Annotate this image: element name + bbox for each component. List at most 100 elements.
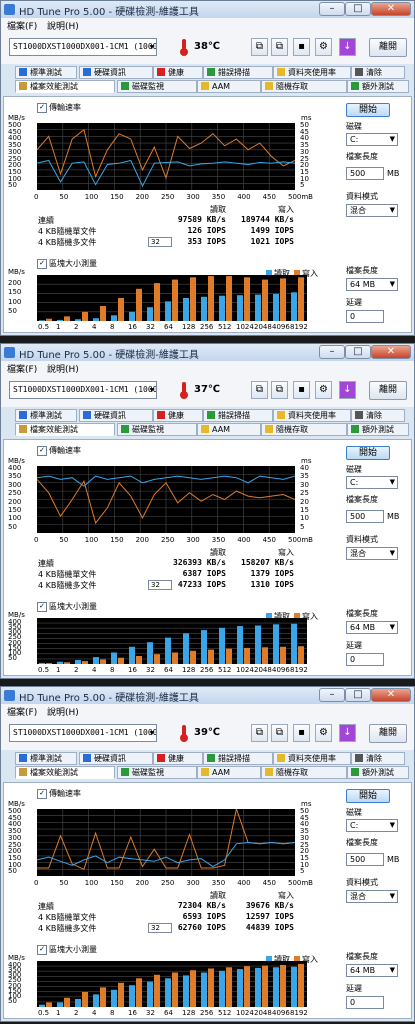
block-file-length-combo[interactable]: 64 MB ▼ <box>346 278 398 291</box>
tab-benchmark[interactable]: 標準測試 <box>15 752 77 765</box>
options-button[interactable]: ⚙ <box>315 381 332 399</box>
minimize-button[interactable]: – <box>319 688 345 702</box>
tab-aam[interactable]: AAM <box>197 80 261 93</box>
block-size-checkbox[interactable]: ✓ <box>37 259 47 269</box>
tab-health[interactable]: 健康 <box>153 409 203 422</box>
block-size-checkbox[interactable]: ✓ <box>37 945 47 955</box>
tab-folder-usage[interactable]: 資料夾使用率 <box>273 409 351 422</box>
menu-file[interactable]: 檔案(F) <box>7 19 37 32</box>
download-button[interactable]: ↓ <box>339 381 356 399</box>
tab-extra-tests[interactable]: 額外測試 <box>347 423 409 436</box>
tab-disk-monitor[interactable]: 磁碟監視 <box>117 80 197 93</box>
tab-disk-monitor[interactable]: 磁碟監視 <box>117 423 197 436</box>
maximize-button[interactable]: □ <box>345 688 371 702</box>
file-length-input[interactable]: 500 <box>346 853 384 866</box>
maximize-button[interactable]: □ <box>345 345 371 359</box>
minimize-button[interactable]: – <box>319 2 345 16</box>
title-bar[interactable]: HD Tune Pro 5.00 - 硬碟檢測-維護工具 – □ ✕ <box>1 344 414 361</box>
delay-input[interactable]: 0 <box>346 653 384 666</box>
transfer-rate-checkbox[interactable]: ✓ <box>37 103 47 113</box>
close-button[interactable]: ✕ <box>371 2 411 16</box>
drive-combo[interactable]: C: ▼ <box>346 476 398 489</box>
menu-help[interactable]: 說明(H) <box>47 19 79 32</box>
tab-info[interactable]: 硬碟資訊 <box>79 752 153 765</box>
copy-screen-button[interactable]: ⧉ <box>271 38 288 56</box>
tab-strip: 標準測試 硬碟資訊 健康 錯誤掃描 資料夾使用率 清除 檔案效能測試 磁碟監視 AAM 隨機存取… <box>1 64 414 96</box>
tab-health[interactable]: 健康 <box>153 752 203 765</box>
tab-benchmark[interactable]: 標準測試 <box>15 409 77 422</box>
block-size-checkbox[interactable]: ✓ <box>37 602 47 612</box>
menu-help[interactable]: 說明(H) <box>47 705 79 718</box>
tab-extra-tests[interactable]: 額外測試 <box>347 80 409 93</box>
tab-random-access[interactable]: 隨機存取 <box>261 766 347 779</box>
minimize-button[interactable]: – <box>319 345 345 359</box>
data-mode-combo[interactable]: 混合 ▼ <box>346 890 398 903</box>
title-bar[interactable]: HD Tune Pro 5.00 - 硬碟檢測-維護工具 – □ ✕ <box>1 687 414 704</box>
tab-health[interactable]: 健康 <box>153 66 203 79</box>
tab-benchmark[interactable]: 標準測試 <box>15 66 77 79</box>
file-length-input[interactable]: 500 <box>346 510 384 523</box>
tab-file-benchmark[interactable]: 檔案效能測試 <box>15 423 115 436</box>
drive-select[interactable]: ST1000DXST1000DX001-1CM1 (1000 gB)▼ <box>9 724 157 742</box>
options-button[interactable]: ⚙ <box>315 724 332 742</box>
download-button[interactable]: ↓ <box>339 724 356 742</box>
tab-disk-monitor[interactable]: 磁碟監視 <box>117 766 197 779</box>
tab-folder-usage[interactable]: 資料夾使用率 <box>273 752 351 765</box>
start-button[interactable]: 開始 <box>346 446 390 460</box>
transfer-rate-checkbox[interactable]: ✓ <box>37 446 47 456</box>
tab-random-access[interactable]: 隨機存取 <box>261 80 347 93</box>
copy-screen-button[interactable]: ⧉ <box>271 381 288 399</box>
maximize-button[interactable]: □ <box>345 2 371 16</box>
copy-info-button[interactable]: ⧉ <box>251 724 268 742</box>
block-x-tick: 2048 <box>254 323 272 331</box>
drive-combo[interactable]: C: ▼ <box>346 133 398 146</box>
save-button[interactable]: ▪ <box>293 381 310 399</box>
tab-error-scan[interactable]: 錯誤掃描 <box>203 409 273 422</box>
copy-info-button[interactable]: ⧉ <box>251 381 268 399</box>
title-bar[interactable]: HD Tune Pro 5.00 - 硬碟檢測-維護工具 – □ ✕ <box>1 1 414 18</box>
options-button[interactable]: ⚙ <box>315 38 332 56</box>
tab-file-benchmark[interactable]: 檔案效能測試 <box>15 766 115 779</box>
start-button[interactable]: 開始 <box>346 103 390 117</box>
tab-error-scan[interactable]: 錯誤掃描 <box>203 752 273 765</box>
close-button[interactable]: ✕ <box>371 345 411 359</box>
tab-erase[interactable]: 清除 <box>351 409 405 422</box>
tab-file-benchmark[interactable]: 檔案效能測試 <box>15 80 115 93</box>
save-button[interactable]: ▪ <box>293 724 310 742</box>
data-mode-combo[interactable]: 混合 ▼ <box>346 204 398 217</box>
file-length-input[interactable]: 500 <box>346 167 384 180</box>
tab-aam[interactable]: AAM <box>197 423 261 436</box>
tab-info[interactable]: 硬碟資訊 <box>79 409 153 422</box>
download-button[interactable]: ↓ <box>339 38 356 56</box>
block-x-tick: 4096 <box>272 323 290 331</box>
close-button[interactable]: ✕ <box>371 688 411 702</box>
tab-folder-usage[interactable]: 資料夾使用率 <box>273 66 351 79</box>
data-mode-combo[interactable]: 混合 ▼ <box>346 547 398 560</box>
exit-button[interactable]: 離開 <box>369 724 407 743</box>
start-button[interactable]: 開始 <box>346 789 390 803</box>
delay-input[interactable]: 0 <box>346 996 384 1009</box>
tab-random-access[interactable]: 隨機存取 <box>261 423 347 436</box>
drive-select[interactable]: ST1000DXST1000DX001-1CM1 (1000 gB)▼ <box>9 381 157 399</box>
tab-error-scan[interactable]: 錯誤掃描 <box>203 66 273 79</box>
drive-select[interactable]: ST1000DXST1000DX001-1CM1 (1000 gB)▼ <box>9 38 157 56</box>
exit-button[interactable]: 離開 <box>369 38 407 57</box>
tab-erase[interactable]: 清除 <box>351 752 405 765</box>
tab-info[interactable]: 硬碟資訊 <box>79 66 153 79</box>
menu-file[interactable]: 檔案(F) <box>7 705 37 718</box>
copy-info-button[interactable]: ⧉ <box>251 38 268 56</box>
tab-aam[interactable]: AAM <box>197 766 261 779</box>
block-file-length-combo[interactable]: 64 MB ▼ <box>346 964 398 977</box>
save-button[interactable]: ▪ <box>293 38 310 56</box>
block-file-length-combo[interactable]: 64 MB ▼ <box>346 621 398 634</box>
menu-help[interactable]: 說明(H) <box>47 362 79 375</box>
tab-extra-tests[interactable]: 額外測試 <box>347 766 409 779</box>
transfer-rate-checkbox[interactable]: ✓ <box>37 789 47 799</box>
exit-button[interactable]: 離開 <box>369 381 407 400</box>
drive-combo[interactable]: C: ▼ <box>346 819 398 832</box>
window-title: HD Tune Pro 5.00 - 硬碟檢測-維護工具 <box>19 693 199 704</box>
menu-file[interactable]: 檔案(F) <box>7 362 37 375</box>
delay-input[interactable]: 0 <box>346 310 384 323</box>
copy-screen-button[interactable]: ⧉ <box>271 724 288 742</box>
tab-erase[interactable]: 清除 <box>351 66 405 79</box>
